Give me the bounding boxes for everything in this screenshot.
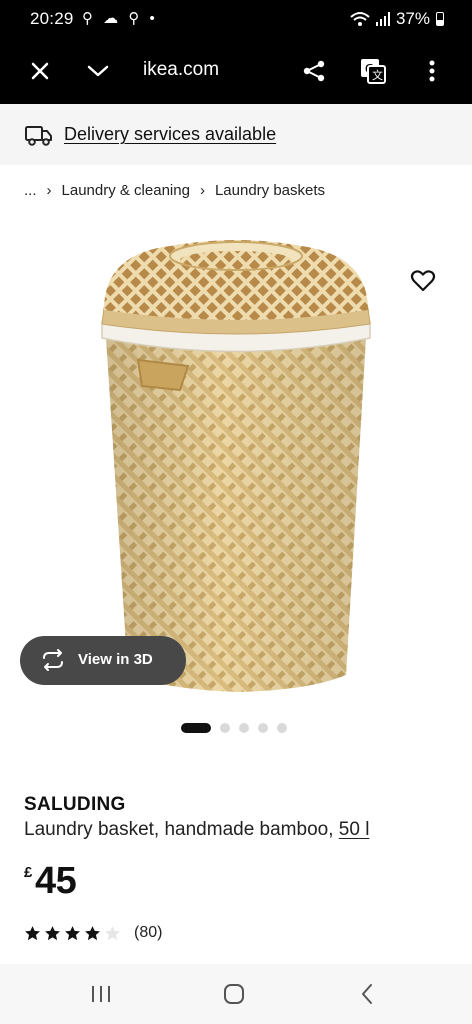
browser-toolbar: ikea.com G 文 [0,38,472,104]
star-filled-icon [65,925,80,940]
rotate-3d-icon [43,649,63,671]
favorite-heart-icon[interactable] [410,268,436,294]
view-in-3d-button[interactable]: View in 3D [20,636,186,685]
product-image[interactable] [0,220,472,700]
gallery-dot[interactable] [181,723,211,733]
status-right: 37% [350,9,444,29]
signal-icon [375,12,390,26]
breadcrumb-laundry-baskets[interactable]: Laundry baskets [215,182,325,199]
status-bar: 20:29 ⚲ ☁ ⚲ • 37% [0,0,472,38]
gallery-dot[interactable] [239,723,249,733]
breadcrumb-separator: › [199,182,205,199]
delivery-banner: Delivery services available [0,104,472,165]
back-button[interactable] [352,981,382,1007]
truck-icon [25,126,52,146]
battery-icon [436,12,444,26]
delivery-services-link[interactable]: Delivery services available [64,124,276,145]
rating-stars [24,925,121,942]
breadcrumb: ... › Laundry & cleaning › Laundry baske… [24,182,325,199]
product-size-link[interactable]: 50 l [339,819,370,840]
close-button[interactable] [24,55,56,87]
price-currency: £ [24,864,33,881]
share-icon [303,60,325,82]
translate-icon: G 文 [361,59,386,84]
product-name: SALUDING [24,794,126,815]
product-rating[interactable]: (80) [24,924,162,942]
recent-apps-icon [92,986,110,1002]
gallery-pagination [181,723,287,733]
more-options-button[interactable] [416,55,448,87]
gallery-dot[interactable] [258,723,268,733]
url-text[interactable]: ikea.com [143,59,219,81]
home-button[interactable] [219,981,249,1007]
status-time: 20:29 [30,9,74,28]
battery-percent: 37% [395,9,430,28]
product-description-text: Laundry basket, handmade bamboo, [24,819,339,840]
gallery-dot[interactable] [220,723,230,733]
gallery-dot[interactable] [277,723,287,733]
home-icon [224,984,244,1004]
star-filled-icon [25,925,40,940]
collapse-button[interactable] [82,55,114,87]
system-navigation-bar [0,964,472,1024]
review-count[interactable]: (80) [134,924,162,942]
svg-text:文: 文 [372,68,383,82]
chevron-down-icon [87,65,109,77]
share-button[interactable] [298,55,330,87]
breadcrumb-laundry-cleaning[interactable]: Laundry & cleaning [62,182,190,199]
recent-apps-button[interactable] [86,981,116,1007]
view-in-3d-label: View in 3D [78,651,153,668]
star-filled-icon [45,925,60,940]
translate-button[interactable]: G 文 [357,55,389,87]
breadcrumb-separator: › [46,182,52,199]
close-icon [31,62,49,80]
star-filled-icon [85,925,100,940]
product-description: Laundry basket, handmade bamboo, 50 l [24,819,369,841]
notification-icons: ⚲ ☁ ⚲ • [82,10,158,27]
more-vert-icon [429,60,435,82]
wifi-icon [350,12,370,26]
star-empty-icon [105,925,120,940]
price-value: 45 [35,860,77,902]
back-icon [362,984,372,1004]
breadcrumb-ellipsis[interactable]: ... [24,182,37,199]
